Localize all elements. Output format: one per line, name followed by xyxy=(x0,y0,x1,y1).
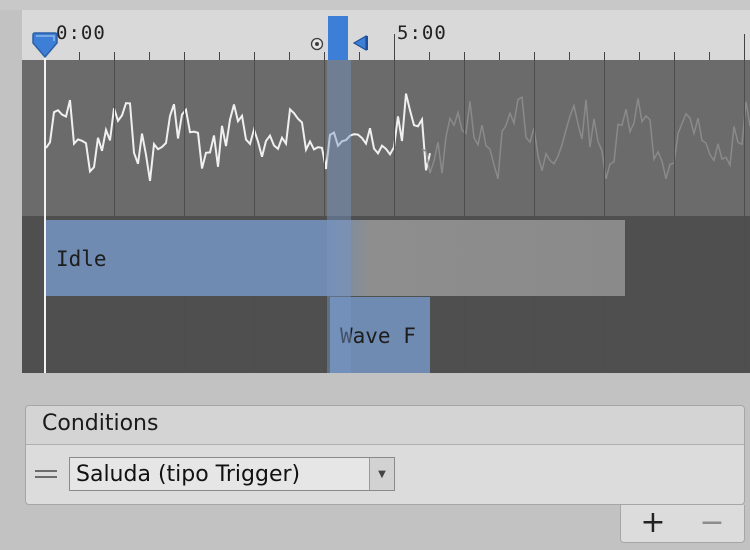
inspector-top-strip xyxy=(0,0,750,10)
ruler-tick xyxy=(534,52,535,60)
timeline-grid-line xyxy=(464,60,465,373)
conditions-panel: Conditions Saluda (tipo Trigger) ▼ xyxy=(25,405,745,505)
ruler-tick xyxy=(114,52,115,60)
timeline-grid-line xyxy=(744,60,745,373)
ruler-tick xyxy=(709,52,710,60)
ruler-tick xyxy=(359,52,360,60)
playhead-line xyxy=(44,42,46,373)
ruler-tick xyxy=(569,52,570,60)
condition-row[interactable]: Saluda (tipo Trigger) ▼ xyxy=(26,445,744,505)
timeline-grid-line xyxy=(254,60,255,373)
timeline-grid-line xyxy=(114,60,115,373)
ruler-tick xyxy=(324,52,325,60)
transition-timeline[interactable]: 0:00 5:00 Idle Wave F xyxy=(22,10,750,373)
conditions-title: Conditions xyxy=(42,411,159,436)
playhead-handle[interactable] xyxy=(30,31,60,61)
dropdown-arrow-icon[interactable]: ▼ xyxy=(369,458,394,490)
ruler-label-start: 0:00 xyxy=(56,22,106,44)
timeline-grid-line xyxy=(674,60,675,373)
transition-marker-handle[interactable] xyxy=(328,16,348,60)
ruler-tick xyxy=(639,52,640,60)
conditions-header: Conditions xyxy=(26,406,744,445)
ruler-tick xyxy=(744,34,745,60)
timeline-grid-line xyxy=(534,60,535,373)
ruler-tick xyxy=(219,52,220,60)
ruler-tick xyxy=(184,52,185,60)
condition-parameter-dropdown[interactable]: Saluda (tipo Trigger) ▼ xyxy=(69,457,395,491)
playhead-marker-icon xyxy=(32,32,58,59)
add-condition-button[interactable]: + xyxy=(638,507,668,539)
destination-state-label: Wave F xyxy=(340,324,416,348)
conditions-footer: + − xyxy=(620,505,745,543)
ruler-tick xyxy=(464,52,465,60)
ruler-tick xyxy=(149,52,150,60)
ruler-tick xyxy=(499,52,500,60)
drag-handle-icon[interactable] xyxy=(35,470,57,480)
ruler-tick xyxy=(674,52,675,60)
timeline-grid-line xyxy=(184,60,185,373)
transition-end-icon[interactable] xyxy=(352,34,370,52)
ruler-tick xyxy=(254,52,255,60)
ruler-label-mid: 5:00 xyxy=(397,22,447,44)
timeline-grid-line xyxy=(604,60,605,373)
blend-curve-graph xyxy=(45,93,750,182)
blend-curve-faded xyxy=(421,95,750,180)
ruler-tick xyxy=(604,52,605,60)
remove-condition-button[interactable]: − xyxy=(697,507,727,539)
blend-curve-active xyxy=(45,93,431,182)
condition-parameter-value: Saluda (tipo Trigger) xyxy=(76,461,301,487)
ruler-tick xyxy=(289,52,290,60)
transition-preview-graph xyxy=(22,60,750,216)
ruler-tick xyxy=(429,52,430,60)
timeline-grid-line xyxy=(324,60,325,373)
transition-overlap-region[interactable] xyxy=(327,60,351,373)
source-state-label: Idle xyxy=(56,247,107,271)
transition-start-icon[interactable] xyxy=(310,36,324,51)
ruler-tick xyxy=(394,34,395,60)
ruler-tick xyxy=(79,52,80,60)
timeline-ruler[interactable]: 0:00 5:00 xyxy=(22,10,750,61)
